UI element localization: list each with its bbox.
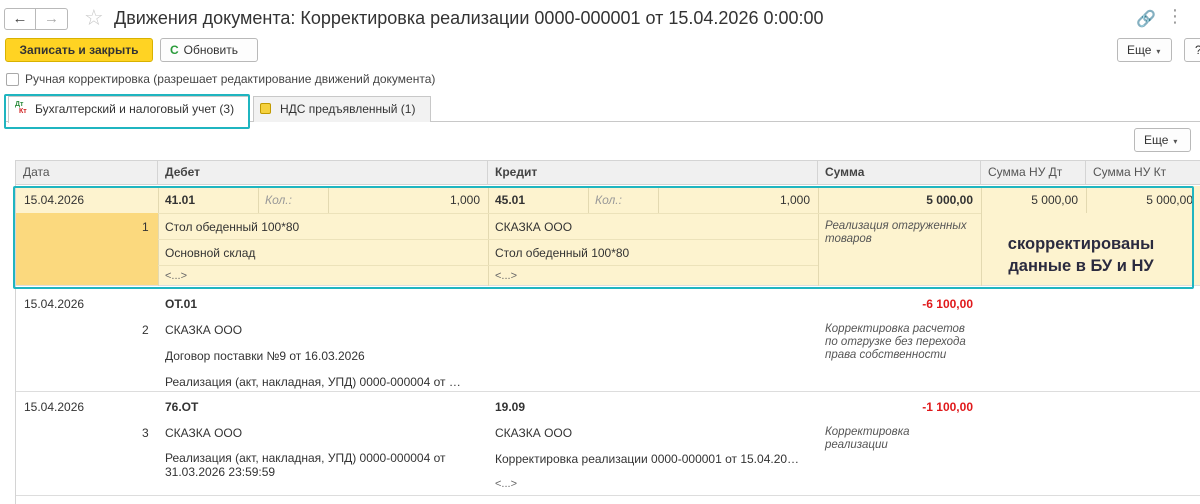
register-icon <box>260 103 271 114</box>
credit-subconto-3: <...> <box>495 478 518 490</box>
manual-correction-label: Ручная корректировка (разрешает редактир… <box>25 72 436 86</box>
grid-more-button[interactable]: Еще ▾ <box>1134 128 1191 152</box>
entry-sum: -1 100,00 <box>922 400 973 414</box>
column-header-date[interactable]: Дата <box>16 161 158 185</box>
debit-subconto-3: Реализация (акт, накладная, УПД) 0000-00… <box>165 375 461 389</box>
refresh-icon: C <box>170 43 179 57</box>
chevron-down-icon: ▾ <box>1173 137 1178 146</box>
refresh-button[interactable]: C Обновить <box>160 38 258 62</box>
column-header-sum[interactable]: Сумма <box>818 161 981 185</box>
debit-account: ОТ.01 <box>165 297 197 311</box>
favorite-star-icon[interactable]: ☆ <box>84 5 104 31</box>
column-header-sum-nu-dt[interactable]: Сумма НУ Дт <box>981 161 1086 185</box>
tab-highlight-frame <box>4 94 250 129</box>
annotation-callout: скорректированы данные в БУ и НУ <box>1007 235 1155 275</box>
tab-vat-label: НДС предъявленный (1) <box>280 102 416 116</box>
arrow-right-icon: → <box>44 10 59 27</box>
more-button[interactable]: Еще ▾ <box>1117 38 1172 62</box>
credit-subconto-1: СКАЗКА ООО <box>495 426 573 440</box>
grid-more-label: Еще <box>1144 133 1169 147</box>
chevron-down-icon: ▾ <box>1156 47 1161 56</box>
column-header-sum-nu-kt[interactable]: Сумма НУ Кт <box>1086 161 1200 185</box>
entry-content: Корректировка расчетов по отгрузке без п… <box>825 323 966 361</box>
credit-account: 19.09 <box>495 400 526 414</box>
title-bar: ← → ☆ Движения документа: Корректировка … <box>0 0 1200 36</box>
refresh-label: Обновить <box>183 43 239 57</box>
entry-date: 15.04.2026 <box>24 400 85 414</box>
window-title: Движения документа: Корректировка реализ… <box>114 8 824 28</box>
entry-number: 2 <box>142 323 149 337</box>
debit-subconto-2: Договор поставки №9 от 16.03.2026 <box>165 349 365 363</box>
save-and-close-button[interactable]: Записать и закрыть <box>5 38 153 62</box>
column-header-debit[interactable]: Дебет <box>158 161 488 185</box>
more-vertical-icon[interactable]: ⋮ <box>1166 7 1184 25</box>
column-header-credit[interactable]: Кредит <box>488 161 818 185</box>
more-label: Еще <box>1127 43 1152 57</box>
link-icon[interactable]: 🔗 <box>1136 9 1156 29</box>
entry-sum: -6 100,00 <box>922 297 973 311</box>
debit-subconto-2: Реализация (акт, накладная, УПД) 0000-00… <box>165 451 446 479</box>
arrow-left-icon: ← <box>12 10 28 27</box>
table-row[interactable]: 15.04.2026 3 76.ОТ СКАЗКА ООО Реализация… <box>16 393 1200 496</box>
debit-subconto-1: СКАЗКА ООО <box>165 323 243 337</box>
debit-subconto-1: СКАЗКА ООО <box>165 426 243 440</box>
help-button[interactable]: ? <box>1184 38 1200 62</box>
entry-content: Корректировка реализации <box>825 426 910 451</box>
manual-correction-checkbox[interactable] <box>6 73 19 86</box>
back-button[interactable]: ← <box>4 8 36 30</box>
tab-vat[interactable]: НДС предъявленный (1) <box>253 96 431 122</box>
credit-subconto-2: Корректировка реализации 0000-000001 от … <box>495 452 800 466</box>
entry-date: 15.04.2026 <box>24 297 85 311</box>
forward-button[interactable]: → <box>36 8 68 30</box>
table-row[interactable]: 15.04.2026 2 ОТ.01 СКАЗКА ООО Договор по… <box>16 289 1200 392</box>
debit-account: 76.ОТ <box>165 400 199 414</box>
entry-number: 3 <box>142 426 149 440</box>
